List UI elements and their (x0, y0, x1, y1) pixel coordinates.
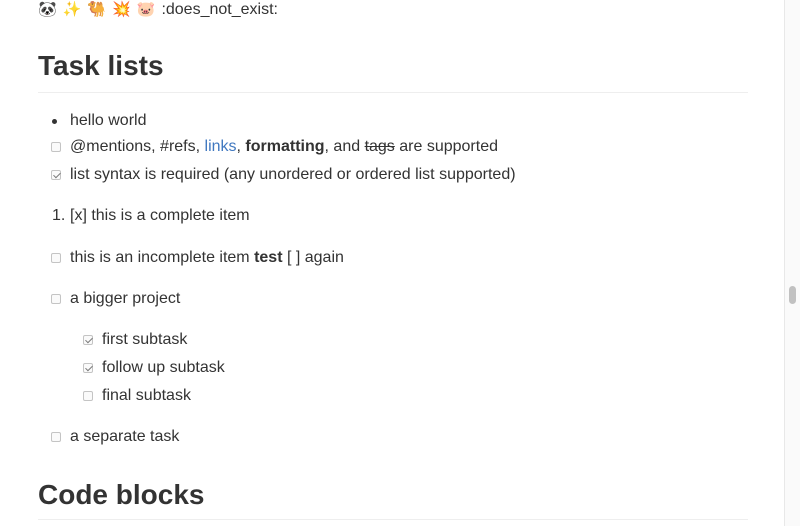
panda-icon: 🐼 (38, 1, 57, 18)
task-checkbox-checked[interactable] (51, 170, 61, 180)
boom-icon: 💥 (112, 1, 131, 18)
camel-icon: 🐫 (87, 1, 107, 18)
separator-text: , and (324, 138, 365, 155)
task-checkbox[interactable] (51, 432, 61, 442)
pig-icon: 🐷 (136, 1, 156, 18)
tags-strikethrough: tags (364, 138, 395, 155)
subtask-item: final subtask (102, 387, 191, 404)
heading-code-blocks: Code blocks (38, 479, 205, 510)
supported-text: are supported (394, 138, 498, 155)
emoji-shortcode: :does_not_exist: (161, 1, 278, 18)
task-item-bigger-project: a bigger project (70, 290, 181, 307)
task-checkbox[interactable] (51, 142, 61, 152)
markdown-page: 🐼 ✨ 🐫 💥 🐷 :does_not_exist: Task lists he… (0, 0, 784, 526)
mentions-text: @mentions, #refs, (70, 138, 205, 155)
test-bold: test (254, 249, 283, 266)
formatting-bold: formatting (245, 138, 325, 155)
task-checkbox[interactable] (51, 253, 61, 263)
incomplete-text: this is an incomplete item (70, 249, 255, 266)
vertical-scrollbar[interactable] (784, 0, 800, 526)
heading-rule (38, 519, 748, 520)
heading-task-lists: Task lists (38, 50, 164, 81)
task-checkbox[interactable] (51, 294, 61, 304)
ordered-number: 1. (52, 207, 66, 224)
task-item-mentions: @mentions, #refs, links, formatting, and… (70, 135, 498, 159)
subtask-item: first subtask (102, 331, 188, 348)
task-item-syntax: list syntax is required (any unordered o… (70, 166, 516, 183)
heading-rule (38, 92, 748, 93)
subtask-checkbox-checked[interactable] (83, 363, 93, 373)
links-link[interactable]: links (205, 138, 237, 155)
scrollbar-thumb[interactable] (789, 286, 796, 304)
subtask-item: follow up subtask (102, 359, 225, 376)
ordered-item: [x] this is a complete item (70, 207, 250, 224)
list-item: hello world (70, 112, 147, 129)
bullet-marker (52, 119, 57, 124)
task-item-separate: a separate task (70, 428, 180, 445)
emoji-line: 🐼 ✨ 🐫 💥 🐷 :does_not_exist: (38, 0, 278, 20)
sparkles-icon: ✨ (62, 1, 82, 18)
again-text: [ ] again (282, 249, 344, 266)
subtask-checkbox-checked[interactable] (83, 335, 93, 345)
task-item-incomplete: this is an incomplete item test [ ] agai… (70, 246, 344, 270)
subtask-checkbox[interactable] (83, 391, 93, 401)
